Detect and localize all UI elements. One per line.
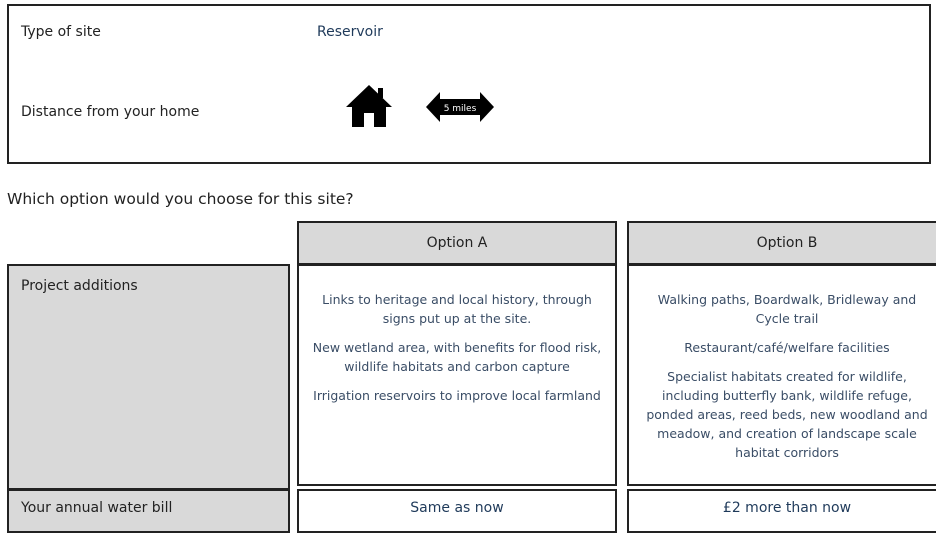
option-a-addition: Irrigation reservoirs to improve local f… bbox=[313, 388, 601, 403]
project-additions-label-cell: Project additions bbox=[7, 264, 290, 490]
choice-question: Which option would you choose for this s… bbox=[7, 190, 354, 208]
option-b-header[interactable]: Option B bbox=[627, 221, 936, 265]
site-info-box: Type of site Reservoir Distance from you… bbox=[7, 4, 931, 164]
option-b-addition: Walking paths, Boardwalk, Bridleway and … bbox=[657, 292, 917, 326]
distance-label: Distance from your home bbox=[21, 104, 200, 120]
option-a-water-bill-value: Same as now bbox=[410, 500, 504, 516]
option-b-water-bill-value: £2 more than now bbox=[722, 500, 852, 516]
option-a-addition: Links to heritage and local history, thr… bbox=[322, 292, 592, 326]
option-a-additions[interactable]: Links to heritage and local history, thr… bbox=[297, 264, 617, 486]
option-b-addition: Specialist habitats created for wildlife… bbox=[646, 369, 928, 460]
option-a-header[interactable]: Option A bbox=[297, 221, 617, 265]
water-bill-label-cell: Your annual water bill bbox=[7, 489, 290, 533]
option-a-header-label: Option A bbox=[426, 235, 488, 251]
site-type-label: Type of site bbox=[21, 24, 101, 40]
site-type-value: Reservoir bbox=[317, 24, 383, 40]
option-b-additions[interactable]: Walking paths, Boardwalk, Bridleway and … bbox=[627, 264, 936, 486]
project-additions-label: Project additions bbox=[21, 278, 138, 294]
option-b-water-bill[interactable]: £2 more than now bbox=[627, 489, 936, 533]
option-b-addition: Restaurant/café/welfare facilities bbox=[684, 340, 890, 355]
distance-value: 5 miles bbox=[444, 104, 477, 114]
option-a-water-bill[interactable]: Same as now bbox=[297, 489, 617, 533]
water-bill-label: Your annual water bill bbox=[21, 500, 173, 516]
double-arrow-icon: 5 miles bbox=[426, 92, 494, 122]
home-icon bbox=[346, 85, 392, 127]
option-a-addition: New wetland area, with benefits for floo… bbox=[312, 340, 602, 374]
option-b-header-label: Option B bbox=[756, 235, 818, 251]
